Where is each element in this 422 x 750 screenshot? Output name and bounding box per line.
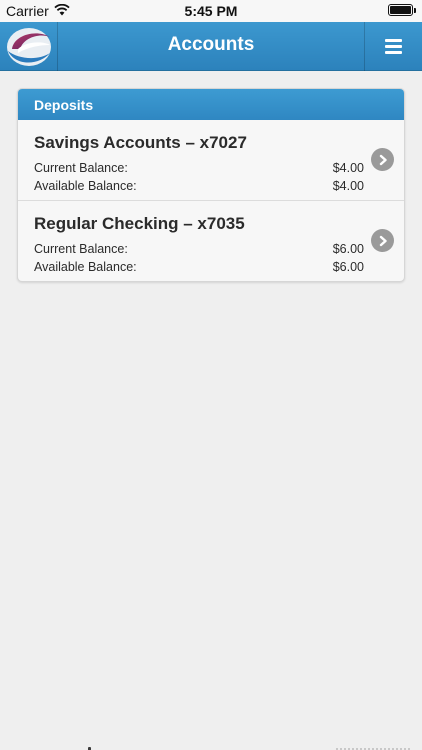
available-balance-value: $6.00 (332, 260, 364, 274)
account-name: Regular Checking – x7035 (34, 214, 245, 233)
battery-icon (388, 4, 416, 16)
deposits-card: Deposits Savings Accounts – x7027 Curren… (17, 88, 405, 282)
account-row-savings[interactable]: Savings Accounts – x7027 Current Balance… (18, 120, 404, 201)
page-title: Accounts (167, 34, 255, 55)
available-balance-value: $4.00 (332, 179, 364, 193)
status-time: 5:45 PM (184, 3, 238, 19)
hamburger-menu-icon (385, 39, 402, 54)
available-balance-line: Available Balance: $6.00 (34, 258, 364, 276)
menu-button[interactable] (364, 22, 422, 71)
account-name: Savings Accounts – x7027 (34, 133, 247, 152)
nav-bar: Accounts (0, 22, 422, 71)
available-balance-label: Available Balance: (34, 179, 137, 193)
current-balance-value: $6.00 (332, 242, 364, 256)
account-row-checking[interactable]: Regular Checking – x7035 Current Balance… (18, 201, 404, 281)
available-balance-line: Available Balance: $4.00 (34, 177, 364, 195)
status-bar: Carrier 5:45 PM (0, 0, 422, 22)
current-balance-line: Current Balance: $4.00 (34, 159, 364, 177)
chevron-right-icon[interactable] (371, 229, 394, 252)
current-balance-value: $4.00 (332, 161, 364, 175)
current-balance-label: Current Balance: (34, 242, 128, 256)
current-balance-line: Current Balance: $6.00 (34, 240, 364, 258)
current-balance-label: Current Balance: (34, 161, 128, 175)
available-balance-label: Available Balance: (34, 260, 137, 274)
deposits-header: Deposits (18, 89, 404, 120)
chevron-right-icon[interactable] (371, 148, 394, 171)
